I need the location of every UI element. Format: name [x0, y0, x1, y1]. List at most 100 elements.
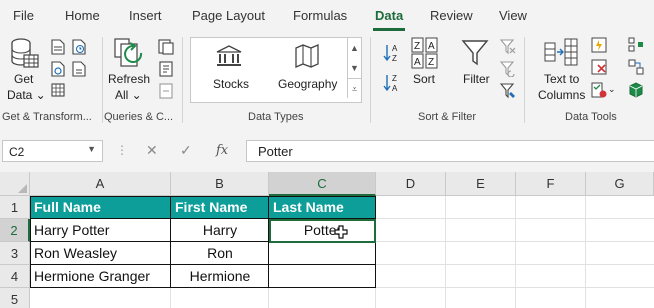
- consolidate-icon[interactable]: [628, 37, 644, 53]
- name-box-dropdown-icon[interactable]: ▼: [87, 144, 96, 154]
- text-to-columns-label-1: Text to: [544, 72, 580, 86]
- text-to-columns-icon: [544, 38, 578, 66]
- data-validation-dropdown-icon[interactable]: ⌄: [608, 84, 616, 95]
- flash-fill-icon[interactable]: [591, 37, 607, 53]
- bank-icon: [216, 45, 242, 66]
- column-header-c[interactable]: C: [269, 172, 376, 196]
- enter-icon[interactable]: ✓: [180, 142, 192, 159]
- cell-c4[interactable]: [269, 265, 376, 288]
- formula-bar-splitter-icon[interactable]: ⋮: [116, 143, 128, 157]
- stocks-label: Stocks: [213, 77, 250, 91]
- data-validation-icon[interactable]: [591, 82, 607, 98]
- queries-connections-icon[interactable]: [158, 39, 174, 55]
- properties-icon[interactable]: [158, 61, 174, 77]
- tab-file[interactable]: File: [13, 8, 34, 23]
- name-box[interactable]: C2 ▼: [2, 140, 103, 162]
- table-border-line: [30, 264, 376, 265]
- filter-label: Filter: [463, 72, 490, 86]
- ribbon: Get Data ⌄ Get & Transform... Refresh Al…: [0, 31, 654, 129]
- cell-a2[interactable]: Harry Potter: [30, 219, 171, 242]
- column-header-e[interactable]: E: [446, 172, 516, 196]
- svg-text:Z: Z: [428, 57, 434, 68]
- data-model-icon[interactable]: [628, 82, 644, 98]
- from-text-icon[interactable]: [51, 39, 65, 55]
- database-icon: [11, 38, 39, 68]
- column-header-d[interactable]: D: [376, 172, 446, 196]
- refresh-label-1: Refresh: [108, 72, 151, 86]
- edit-links-icon[interactable]: [158, 83, 174, 99]
- gallery-more-button[interactable]: ⩡: [347, 78, 361, 98]
- gallery-scroll-down-button[interactable]: ▼: [347, 58, 361, 78]
- refresh-icon: [114, 38, 143, 67]
- svg-text:A: A: [414, 57, 421, 68]
- cell-c1[interactable]: Last Name: [269, 196, 376, 219]
- ribbon-tab-bar: File Home Insert Page Layout Formulas Da…: [0, 0, 654, 31]
- sort-label: Sort: [413, 72, 436, 86]
- cancel-icon[interactable]: ✕: [146, 142, 158, 159]
- relationships-icon[interactable]: [628, 59, 644, 75]
- cell-b3[interactable]: Ron: [171, 242, 269, 265]
- gridline: [445, 196, 446, 308]
- svg-text:A: A: [428, 41, 435, 52]
- name-box-value: C2: [9, 145, 25, 159]
- row-header-3[interactable]: 3: [0, 242, 30, 265]
- group-separator: [182, 37, 183, 123]
- cell-b2[interactable]: Harry: [171, 219, 269, 242]
- row-header-1[interactable]: 1: [0, 196, 30, 219]
- group-get-transform-label: Get & Transform...: [2, 111, 92, 123]
- svg-text:Z: Z: [392, 74, 397, 83]
- tab-view[interactable]: View: [499, 8, 527, 23]
- group-separator: [102, 37, 103, 123]
- column-header-f[interactable]: F: [516, 172, 586, 196]
- row-header-5[interactable]: 5: [0, 288, 30, 308]
- cell-a1[interactable]: Full Name: [30, 196, 171, 219]
- recent-sources-icon[interactable]: [72, 39, 86, 55]
- group-sort-filter-label: Sort & Filter: [418, 111, 477, 123]
- cell-c3[interactable]: [269, 242, 376, 265]
- active-cell-outline: [269, 219, 376, 243]
- cell-a3[interactable]: Ron Weasley: [30, 242, 171, 265]
- worksheet-grid: A B C D E F G 1 2 3 4 5 Full Name First …: [0, 172, 654, 308]
- get-data-label-2: Data ⌄: [7, 88, 46, 102]
- geography-label: Geography: [278, 77, 338, 91]
- gallery-scroll-up-button[interactable]: ▲: [347, 38, 361, 58]
- row-header-2[interactable]: 2: [0, 219, 30, 242]
- formula-bar-buttons: ✕ ✓ fx: [134, 140, 242, 162]
- sort-za-icon[interactable]: Z A: [383, 73, 403, 93]
- tab-data[interactable]: Data: [375, 8, 403, 23]
- column-header-g[interactable]: G: [586, 172, 654, 196]
- select-all-triangle-icon: [18, 184, 27, 193]
- group-data-tools-label: Data Tools: [565, 111, 617, 123]
- svg-text:Z: Z: [392, 54, 397, 63]
- clear-filter-icon[interactable]: [500, 39, 516, 55]
- svg-text:A: A: [392, 44, 398, 53]
- tab-formulas[interactable]: Formulas: [293, 8, 347, 23]
- svg-text:A: A: [392, 84, 398, 93]
- group-separator: [370, 37, 371, 123]
- reapply-icon[interactable]: [500, 61, 516, 77]
- refresh-label-2: All ⌄: [115, 88, 142, 102]
- map-icon: [295, 44, 319, 68]
- cell-b1[interactable]: First Name: [171, 196, 269, 219]
- column-header-a[interactable]: A: [30, 172, 171, 196]
- tab-home[interactable]: Home: [65, 8, 100, 23]
- advanced-filter-icon[interactable]: [500, 83, 516, 99]
- group-separator: [524, 37, 525, 123]
- row-header-4[interactable]: 4: [0, 265, 30, 288]
- existing-connections-icon[interactable]: [72, 61, 86, 77]
- select-all-button[interactable]: [0, 172, 30, 196]
- tab-insert[interactable]: Insert: [129, 8, 162, 23]
- from-table-icon[interactable]: [51, 83, 65, 97]
- cell-a4[interactable]: Hermione Granger: [30, 265, 171, 288]
- column-header-b[interactable]: B: [171, 172, 269, 196]
- formula-input[interactable]: Potter: [246, 140, 654, 162]
- from-web-icon[interactable]: [51, 61, 65, 77]
- svg-text:Z: Z: [414, 41, 420, 52]
- gridline: [585, 196, 586, 308]
- insert-function-icon[interactable]: fx: [216, 143, 228, 158]
- cell-b4[interactable]: Hermione: [171, 265, 269, 288]
- tab-review[interactable]: Review: [430, 8, 473, 23]
- sort-az-icon[interactable]: A Z: [383, 43, 403, 63]
- tab-page-layout[interactable]: Page Layout: [192, 8, 265, 23]
- remove-duplicates-icon[interactable]: [591, 59, 607, 75]
